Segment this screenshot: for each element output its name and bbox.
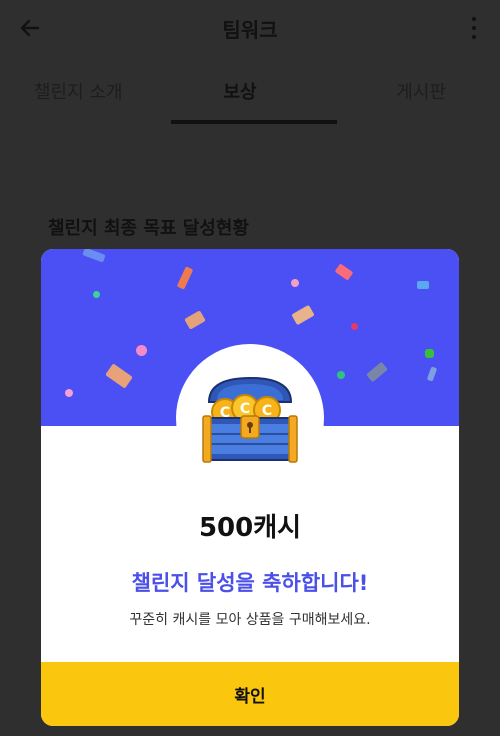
tab-rewards[interactable]: 보상 <box>171 56 338 124</box>
confetti <box>291 304 315 326</box>
tab-intro[interactable]: 챌린지 소개 <box>0 56 171 124</box>
confetti <box>425 349 434 358</box>
confetti <box>184 310 206 330</box>
svg-text:C: C <box>262 403 272 419</box>
modal-description: 꾸준히 캐시를 모아 상품을 구매해보세요. <box>129 612 371 628</box>
reward-amount: 500캐시 <box>198 513 302 543</box>
svg-text:C: C <box>240 401 250 417</box>
tab-board[interactable]: 게시판 <box>309 56 500 124</box>
confetti <box>351 323 358 330</box>
confetti <box>291 279 299 287</box>
congrats-message: 챌린지 달성을 축하합니다! <box>131 571 369 595</box>
confetti <box>82 249 106 263</box>
confetti <box>366 361 388 383</box>
confetti <box>65 389 73 397</box>
more-options-button[interactable] <box>466 14 482 42</box>
confetti <box>136 345 147 356</box>
confetti <box>426 366 438 382</box>
chest-badge: C C C <box>176 344 324 492</box>
confetti <box>93 291 100 298</box>
page-title: 팀워크 <box>222 18 278 42</box>
tab-bar: 챌린지 소개 보상 게시판 <box>0 56 500 124</box>
app-header: 팀워크 <box>0 0 500 56</box>
confetti <box>417 281 429 289</box>
confetti <box>337 371 345 379</box>
reward-modal: C C C 500캐시 챌린지 달성을 축하합니다! 꾸준히 캐시를 모아 상품… <box>41 249 459 726</box>
confirm-button[interactable]: 확인 <box>41 662 459 726</box>
section-title: 챌린지 최종 목표 달성현황 <box>48 218 249 239</box>
more-vertical-icon <box>472 16 476 21</box>
treasure-chest-icon: C C C <box>202 376 298 463</box>
confetti <box>176 266 194 290</box>
confetti <box>334 263 354 281</box>
confetti <box>105 363 133 389</box>
